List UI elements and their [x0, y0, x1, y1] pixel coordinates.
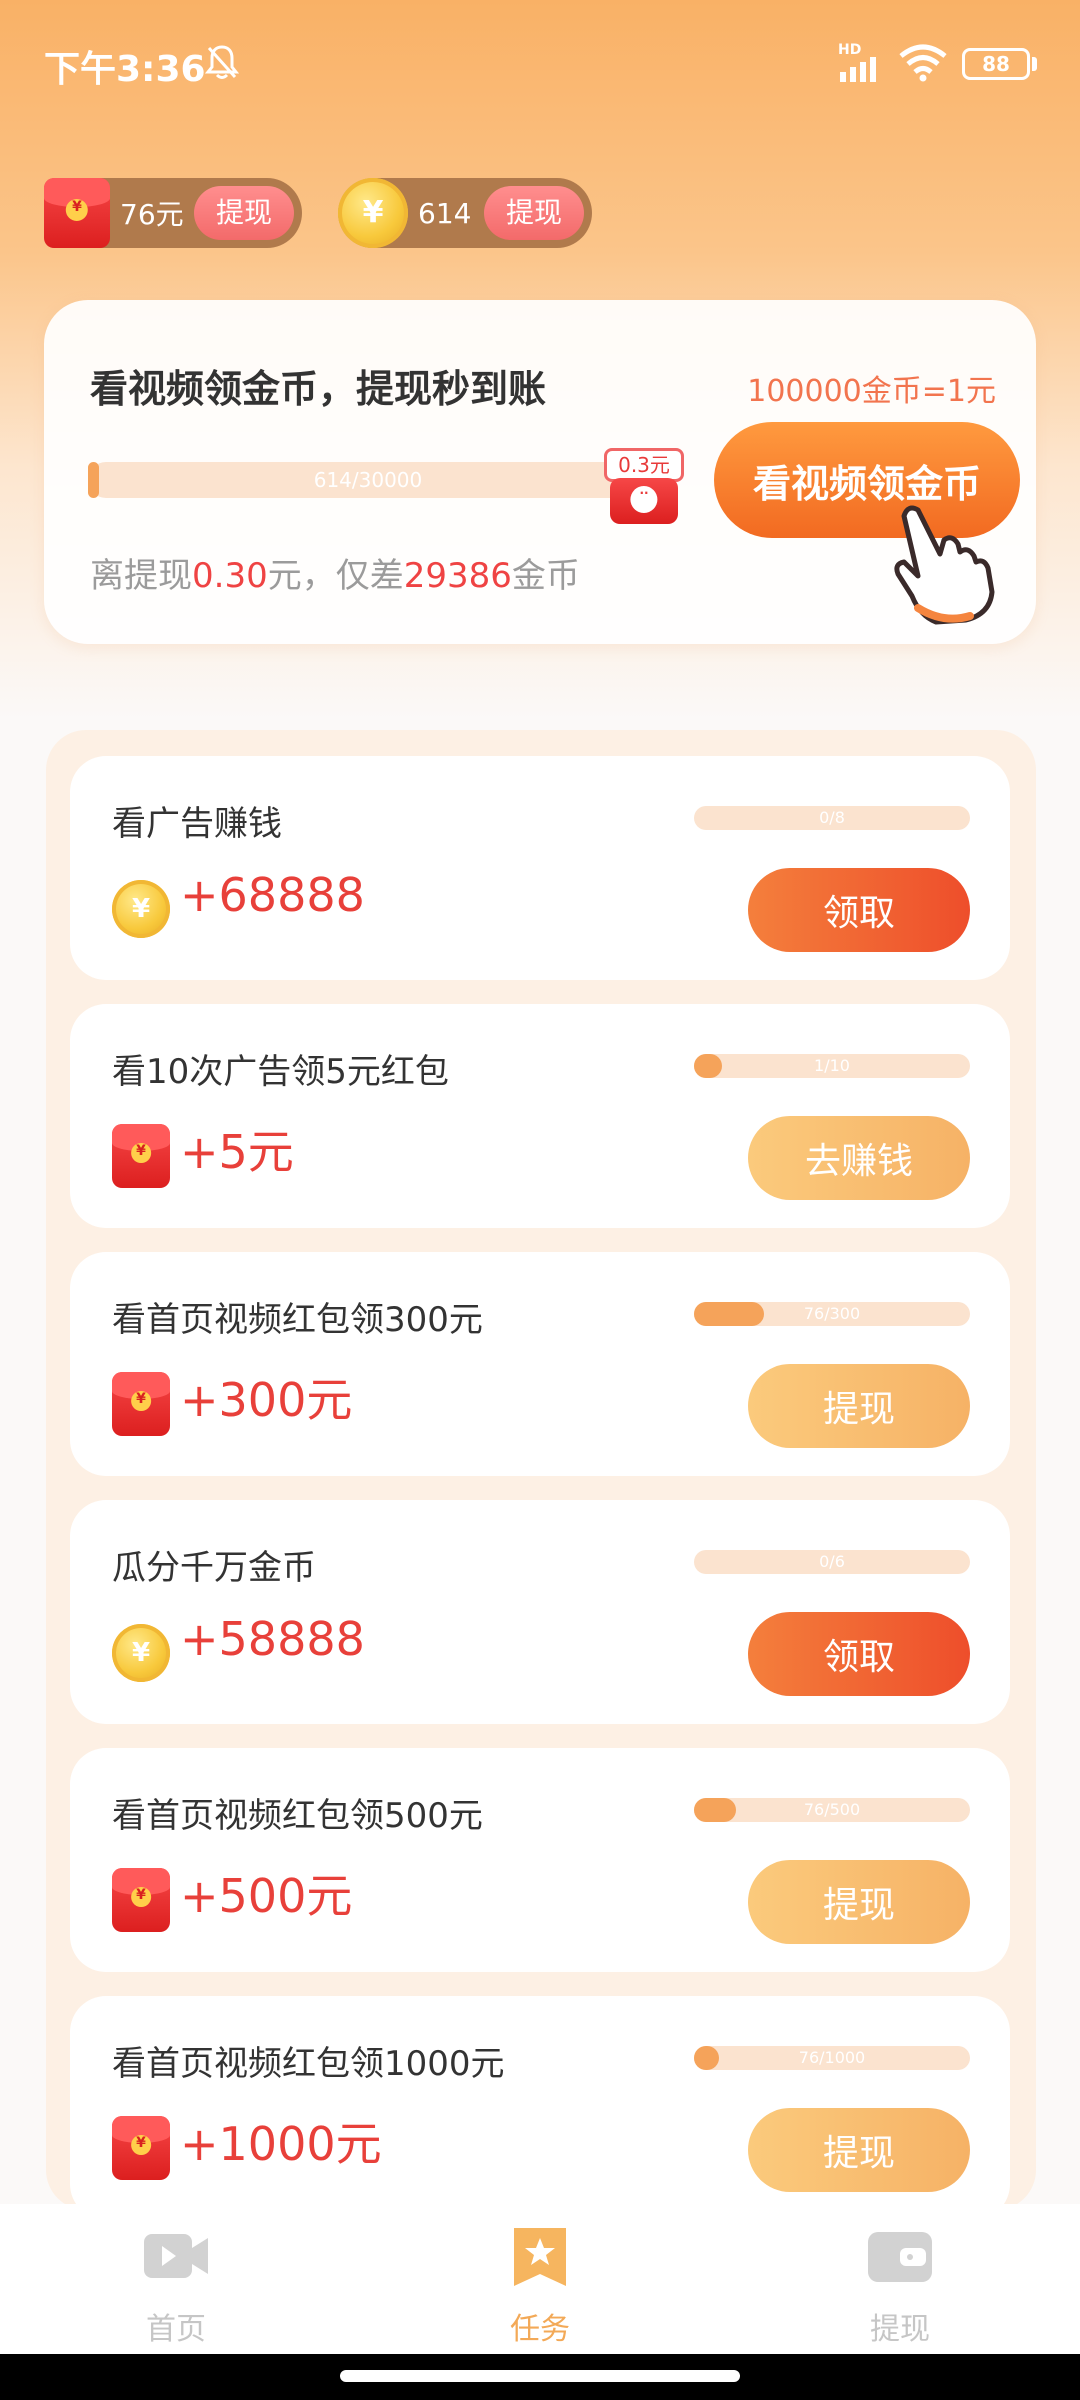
withdraw-progress-bar: 614/30000 [88, 462, 648, 498]
task-progress-label: 76/1000 [798, 2048, 866, 2067]
cash-balance-amount: 76元 [120, 198, 184, 231]
red-packet-icon: ¥ [112, 1372, 170, 1436]
wifi-icon [899, 44, 947, 82]
coin-withdraw-button[interactable]: 提现 [483, 186, 584, 240]
battery-indicator: 88 [962, 48, 1030, 80]
task-reward: +300元 [180, 1373, 353, 1427]
promo-title: 看视频领金币，提现秒到账 [90, 367, 547, 411]
red-packet-icon: ¥ [112, 1868, 170, 1932]
exchange-rate: 100000金币=1元 [747, 374, 996, 409]
nav-tasks-label: 任务 [510, 2312, 570, 2347]
red-packet-icon: ¥ [44, 178, 110, 248]
task-action-button[interactable]: 领取 [748, 868, 970, 952]
task-title: 看首页视频红包领300元 [112, 1300, 483, 1340]
task-progress-bar: 76/500 [694, 1798, 970, 1822]
bell-muted-icon [205, 45, 239, 79]
gap-amount: 0.30 [192, 556, 268, 596]
task-card: 看10次广告领5元红包 ¥ +5元 1/10 去赚钱 [70, 1004, 1010, 1228]
task-action-button[interactable]: 提现 [748, 1364, 970, 1448]
nav-home[interactable]: 首页 [96, 2224, 256, 2348]
task-progress-bar: 1/10 [694, 1054, 970, 1078]
red-packet-icon: ¥ [112, 1124, 170, 1188]
video-icon [144, 2234, 208, 2278]
task-title: 看10次广告领5元红包 [112, 1052, 449, 1092]
coin-balance-pill: ¥ 614 提现 [338, 178, 592, 248]
red-packet-icon: ¥ [112, 2116, 170, 2180]
task-progress-bar: 76/1000 [694, 2046, 970, 2070]
task-reward: +5元 [180, 1125, 294, 1179]
watch-video-card: 看视频领金币，提现秒到账 100000金币=1元 614/30000 0.3元 … [44, 300, 1036, 644]
task-progress-label: 0/8 [819, 808, 845, 827]
task-reward: +1000元 [180, 2117, 382, 2171]
coin-icon: ¥ [112, 1624, 170, 1682]
task-progress-bar: 0/8 [694, 806, 970, 830]
nav-withdraw-label: 提现 [870, 2312, 930, 2347]
task-reward: +68888 [180, 868, 365, 922]
task-progress-label: 0/6 [819, 1552, 845, 1571]
signal-icon [840, 57, 876, 82]
task-reward: +500元 [180, 1869, 353, 1923]
task-progress-bar: 76/300 [694, 1302, 970, 1326]
battery-tip [1032, 57, 1037, 71]
coin-balance-amount: 614 [418, 196, 472, 230]
wallet-icon [868, 2232, 932, 2282]
withdraw-progress-label: 614/30000 [313, 468, 423, 492]
task-action-button[interactable]: 提现 [748, 1860, 970, 1944]
task-card: 看首页视频红包领500元 ¥ +500元 76/500 提现 [70, 1748, 1010, 1972]
status-bar: 下午3:36 HD 88 [0, 0, 1080, 120]
task-progress-bar: 0/6 [694, 1550, 970, 1574]
withdraw-gap-text: 离提现0.30元，仅差29386金币 [90, 556, 580, 596]
status-time: 下午3:36 [44, 49, 206, 90]
task-action-button[interactable]: 去赚钱 [748, 1116, 970, 1200]
coin-icon: ¥ [112, 880, 170, 938]
task-progress-label: 76/500 [803, 1800, 861, 1819]
cash-withdraw-button[interactable]: 提现 [193, 186, 294, 240]
task-card: 瓜分千万金币 ¥ +58888 0/6 领取 [70, 1500, 1010, 1724]
nav-tasks[interactable]: 任务 [460, 2224, 620, 2348]
task-star-icon [514, 2228, 566, 2286]
task-title: 看广告赚钱 [112, 804, 282, 844]
bottom-navigation: 首页 任务 提现 [0, 2204, 1080, 2354]
wechat-red-packet-bubble: 0.3元 ·· [604, 448, 684, 524]
pointing-hand-icon [894, 505, 995, 625]
task-progress-label: 76/300 [803, 1304, 861, 1323]
task-action-button[interactable]: 领取 [748, 1612, 970, 1696]
task-reward: +58888 [180, 1612, 365, 1666]
task-card: 看首页视频红包领300元 ¥ +300元 76/300 提现 [70, 1252, 1010, 1476]
task-card: 看首页视频红包领1000元 ¥ +1000元 76/1000 提现 [70, 1996, 1010, 2220]
task-title: 看首页视频红包领500元 [112, 1796, 483, 1836]
nav-home-label: 首页 [146, 2312, 206, 2347]
cash-balance-pill: ¥ 76元 提现 [44, 178, 302, 248]
nav-withdraw[interactable]: 提现 [820, 2224, 980, 2348]
task-title: 瓜分千万金币 [112, 1548, 316, 1588]
wechat-red-packet-icon: ·· [610, 478, 678, 524]
gap-coins: 29386 [403, 556, 512, 596]
coin-icon: ¥ [338, 178, 408, 248]
task-progress-label: 1/10 [814, 1056, 850, 1075]
bubble-amount: 0.3元 [604, 448, 684, 482]
home-gesture-bar[interactable] [340, 2370, 740, 2382]
task-title: 看首页视频红包领1000元 [112, 2044, 505, 2084]
task-action-button[interactable]: 提现 [748, 2108, 970, 2192]
task-card: 看广告赚钱 ¥ +68888 0/8 领取 [70, 756, 1010, 980]
